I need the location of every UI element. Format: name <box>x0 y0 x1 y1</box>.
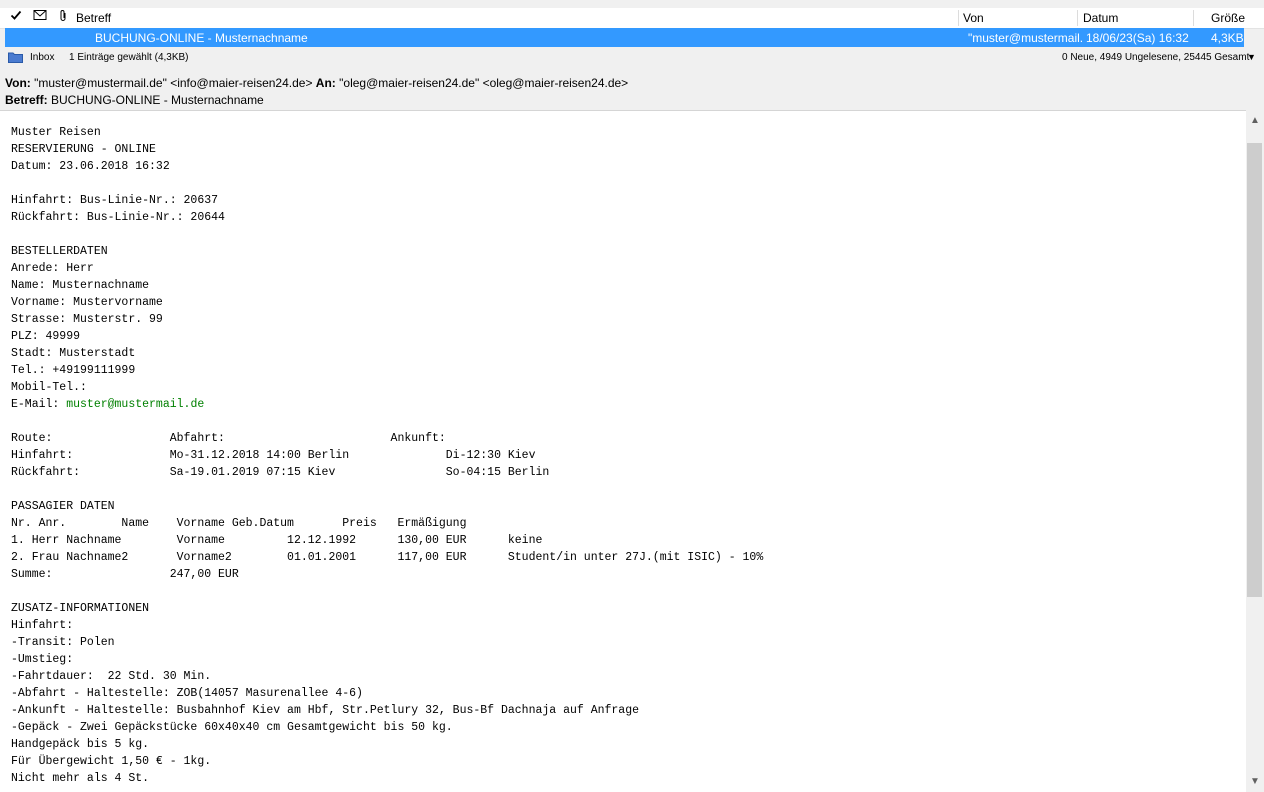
message-counts: 0 Neue, 4949 Ungelesene, 25445 Gesamt <box>1062 52 1250 63</box>
body-line: -Transit: Polen <box>11 636 115 649</box>
to-value[interactable]: "oleg@maier-reisen24.de" <oleg@maier-rei… <box>339 76 628 90</box>
header-from-to-line: Von: "muster@mustermail.de" <info@maier-… <box>5 76 628 90</box>
message-body: Muster Reisen RESERVIERUNG - ONLINE Datum:… <box>11 124 763 787</box>
body-line: ZUSATZ-INFORMATIONEN <box>11 602 150 615</box>
body-line: -Ankunft - Haltestelle: Busbahnhof Kiev … <box>11 704 640 717</box>
scrollbar-thumb[interactable] <box>1247 143 1262 597</box>
attachment-icon[interactable] <box>58 9 68 25</box>
column-size[interactable]: Größe <box>1211 11 1245 25</box>
body-line <box>11 413 763 430</box>
body-line: PASSAGIER DATEN <box>11 500 115 513</box>
row-from: "muster@mustermail. <box>968 31 1084 45</box>
subject-label: Betreff: <box>5 93 48 107</box>
body-line: RESERVIERUNG - ONLINE <box>11 143 156 156</box>
body-line: 2. Frau Nachname2 Vorname2 01.01.2001 11… <box>11 551 764 564</box>
from-label: Von: <box>5 76 31 90</box>
body-line: PLZ: 49999 <box>11 330 81 343</box>
envelope-icon[interactable] <box>33 9 47 24</box>
message-list-header: Betreff Von Datum Größe <box>0 8 1264 29</box>
body-line: Rückfahrt: Bus-Linie-Nr.: 20644 <box>11 211 225 224</box>
body-line: Tel.: +49199111999 <box>11 364 136 377</box>
row-size: 4,3KB <box>1211 31 1244 45</box>
subject-value: BUCHUNG-ONLINE - Musternachname <box>51 93 264 107</box>
body-line: BESTELLERDATEN <box>11 245 108 258</box>
body-line: Strasse: Musterstr. 99 <box>11 313 163 326</box>
body-line: E-Mail: muster@mustermail.de <box>11 398 205 411</box>
body-line <box>11 583 763 600</box>
body-line <box>11 175 763 192</box>
status-bar: Inbox 1 Einträge gewählt (4,3KB) 0 Neue,… <box>0 49 1264 66</box>
body-line: Hinfahrt: Mo-31.12.2018 14:00 Berlin Di-… <box>11 449 536 462</box>
message-row-selected[interactable]: BUCHUNG-ONLINE - Musternachname "muster@… <box>5 28 1244 47</box>
message-body-pane[interactable]: Muster Reisen RESERVIERUNG - ONLINE Datum:… <box>0 110 1246 792</box>
body-line: Hinfahrt: Bus-Linie-Nr.: 20637 <box>11 194 219 207</box>
read-check-icon[interactable] <box>10 9 22 24</box>
body-line <box>11 226 763 243</box>
from-value[interactable]: "muster@mustermail.de" <info@maier-reise… <box>34 76 312 90</box>
body-line: Für Übergewicht 1,50 € - 1kg. <box>11 755 212 768</box>
body-line: Route: Abfahrt: Ankunft: <box>11 432 446 445</box>
scroll-up-arrow-icon[interactable]: ▲ <box>1246 112 1264 130</box>
body-line: Name: Musternachname <box>11 279 150 292</box>
body-line: -Fahrtdauer: 22 Std. 30 Min. <box>11 670 212 683</box>
email-link[interactable]: muster@mustermail.de <box>66 398 204 411</box>
to-label: An: <box>315 76 336 90</box>
body-line: Anrede: Herr <box>11 262 94 275</box>
body-line: Datum: 23.06.2018 16:32 <box>11 160 170 173</box>
body-line: Muster Reisen <box>11 126 101 139</box>
body-line: Rückfahrt: Sa-19.01.2019 07:15 Kiev So-0… <box>11 466 550 479</box>
body-line: 1. Herr Nachname Vorname 12.12.1992 130,… <box>11 534 543 547</box>
body-line <box>11 481 763 498</box>
row-subject: BUCHUNG-ONLINE - Musternachname <box>95 31 308 45</box>
body-line: -Gepäck - Zwei Gepäckstücke 60x40x40 cm … <box>11 721 453 734</box>
dropdown-arrow-icon[interactable]: ▼ <box>1247 52 1256 62</box>
scroll-down-arrow-icon[interactable]: ▼ <box>1246 773 1264 791</box>
column-subject[interactable]: Betreff <box>76 11 111 25</box>
header-subject-line: Betreff: BUCHUNG-ONLINE - Musternachname <box>5 93 264 107</box>
body-line: Nr. Anr. Name Vorname Geb.Datum Preis Er… <box>11 517 467 530</box>
column-date[interactable]: Datum <box>1083 11 1118 25</box>
body-line: -Umstieg: <box>11 653 74 666</box>
row-date: 18/06/23(Sa) 16:32 <box>1086 31 1189 45</box>
folder-icon[interactable] <box>8 51 23 66</box>
body-line: Vorname: Mustervorname <box>11 296 163 309</box>
body-line: Stadt: Musterstadt <box>11 347 136 360</box>
body-line: Hinfahrt: <box>11 619 74 632</box>
body-line: Summe: 247,00 EUR <box>11 568 239 581</box>
column-from[interactable]: Von <box>963 11 984 25</box>
folder-name[interactable]: Inbox <box>30 52 54 63</box>
body-line: -Abfahrt - Haltestelle: ZOB(14057 Masure… <box>11 687 363 700</box>
body-line: Nicht mehr als 4 St. <box>11 772 150 785</box>
body-line: Handgepäck bis 5 kg. <box>11 738 150 751</box>
selection-count: 1 Einträge gewählt (4,3KB) <box>69 52 189 63</box>
body-line: Mobil-Tel.: <box>11 381 87 394</box>
